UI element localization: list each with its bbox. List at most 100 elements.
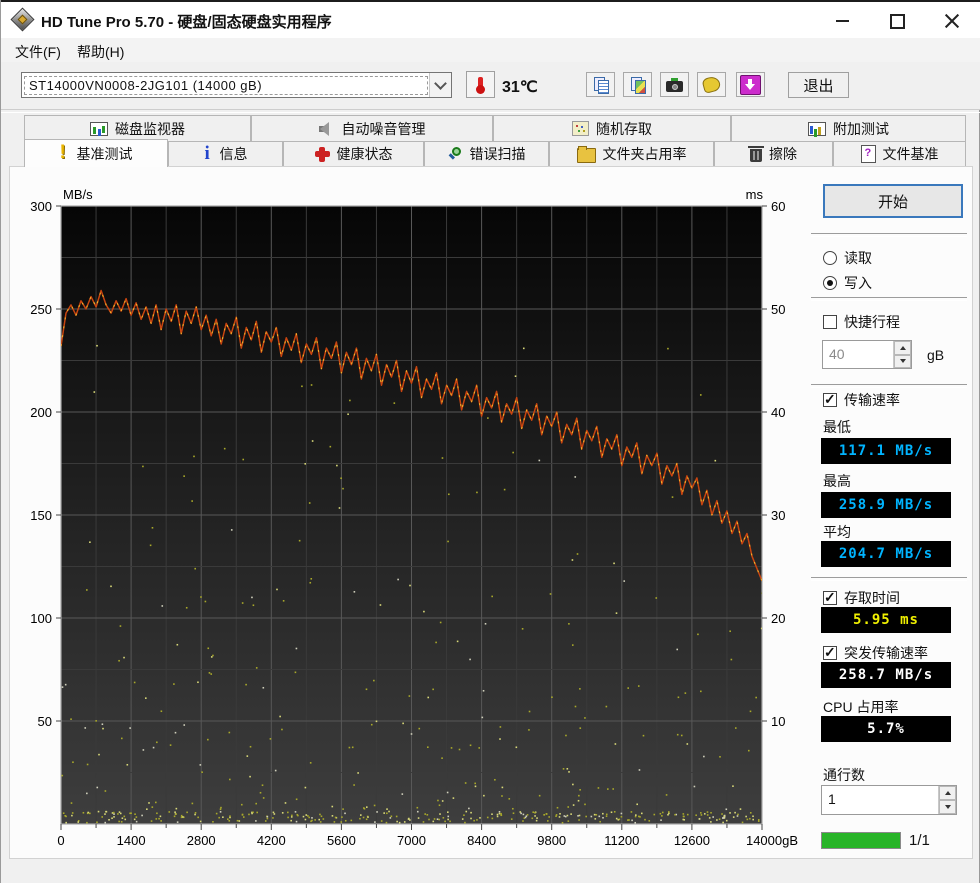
hand-button[interactable] [697, 72, 726, 97]
drive-select[interactable]: ST14000VN0008-2JG101 (14000 gB) [21, 72, 452, 98]
screenshot-button[interactable] [660, 72, 689, 97]
tab-random-access[interactable]: 随机存取 [493, 115, 731, 142]
maximize-button[interactable] [880, 8, 914, 34]
menu-file[interactable]: 文件(F) [11, 41, 65, 63]
random-access-icon [572, 121, 589, 136]
tab-folder-usage[interactable]: 文件夹占用率 [549, 141, 714, 167]
svg-text:60: 60 [771, 199, 785, 214]
svg-text:100: 100 [30, 611, 52, 626]
tab-info[interactable]: 信息 [168, 141, 283, 167]
tab-label: 附加测试 [833, 119, 889, 139]
copy-image-icon [630, 77, 646, 93]
short-stroke-size-spinner[interactable]: 40 [822, 340, 912, 369]
burst-rate-row[interactable]: 突发传输速率 [823, 643, 928, 663]
pass-count-spinner[interactable]: 1 [821, 785, 957, 815]
max-label: 最高 [823, 471, 851, 491]
tab-error-scan[interactable]: 错误扫描 [424, 141, 549, 167]
exit-button[interactable]: 退出 [788, 72, 849, 98]
svg-text:9800: 9800 [537, 833, 566, 848]
write-radio[interactable] [823, 276, 837, 290]
close-icon [944, 13, 960, 29]
svg-text:7000: 7000 [397, 833, 426, 848]
svg-text:14000gB: 14000gB [746, 833, 798, 848]
tab-extra-tests[interactable]: 附加测试 [731, 115, 966, 142]
folder-usage-icon [577, 148, 596, 163]
svg-text:250: 250 [30, 302, 52, 317]
separator [811, 384, 967, 388]
access-time-label: 存取时间 [844, 588, 900, 608]
tab-noise-management[interactable]: 自动噪音管理 [251, 115, 493, 142]
menu-help[interactable]: 帮助(H) [73, 41, 128, 63]
read-radio-label: 读取 [844, 248, 872, 268]
copy-text-button[interactable] [586, 72, 615, 97]
chevron-down-icon [434, 77, 447, 90]
cpu-usage-value: 5.7% [821, 716, 951, 742]
minimize-icon [836, 20, 849, 22]
access-time-row[interactable]: 存取时间 [823, 588, 900, 608]
tab-disk-monitor[interactable]: 磁盘监视器 [24, 115, 251, 142]
minimize-button[interactable] [825, 8, 859, 34]
extra-tests-icon [808, 122, 826, 136]
menu-bar: 文件(F) 帮助(H) [1, 38, 980, 62]
close-button[interactable] [935, 8, 969, 34]
short-stroke-row[interactable]: 快捷行程 [823, 312, 900, 332]
arrow-up-icon [900, 346, 906, 350]
disk-monitor-icon [90, 122, 108, 136]
copy-image-button[interactable] [623, 72, 652, 97]
tab-benchmark[interactable]: 基准测试 [24, 139, 168, 167]
hd-tune-logo-icon [10, 7, 34, 31]
spin-down-button[interactable] [939, 800, 956, 814]
window-title: HD Tune Pro 5.70 - 硬盘/固态硬盘实用程序 [41, 11, 332, 32]
transfer-rate-checkbox[interactable] [823, 393, 837, 407]
short-stroke-checkbox[interactable] [823, 315, 837, 329]
drive-select-value: ST14000VN0008-2JG101 (14000 gB) [24, 76, 428, 95]
screenshot-icon [666, 81, 683, 92]
min-value: 117.1 MB/s [821, 438, 951, 464]
short-stroke-size-value: 40 [823, 341, 893, 368]
svg-text:20: 20 [771, 611, 785, 626]
progress-label: 1/1 [909, 832, 930, 849]
tab-label: 擦除 [769, 144, 797, 164]
svg-text:ms: ms [746, 187, 764, 202]
thermometer-icon [478, 77, 483, 92]
toolbar: ST14000VN0008-2JG101 (14000 gB) 31℃ 退出 [1, 62, 980, 109]
temperature-button[interactable] [466, 71, 495, 98]
tab-label: 磁盘监视器 [115, 119, 185, 139]
temperature-value: 31℃ [502, 77, 538, 97]
transfer-rate-row[interactable]: 传输速率 [823, 390, 900, 410]
tab-file-benchmark[interactable]: 文件基准 [833, 141, 966, 167]
spin-up-button[interactable] [939, 786, 956, 800]
tab-erase[interactable]: 擦除 [714, 141, 833, 167]
progress-fill [822, 833, 900, 848]
svg-text:10: 10 [771, 714, 785, 729]
read-radio-row[interactable]: 读取 [823, 248, 872, 268]
burst-rate-value: 258.7 MB/s [821, 662, 951, 688]
spin-up-button[interactable] [894, 341, 911, 355]
svg-text:11200: 11200 [604, 833, 639, 848]
pass-count-value: 1 [822, 786, 938, 814]
min-label: 最低 [823, 417, 851, 437]
health-icon [315, 147, 330, 162]
spin-down-button[interactable] [894, 355, 911, 369]
tab-label: 文件夹占用率 [603, 144, 687, 164]
burst-rate-checkbox[interactable] [823, 646, 837, 660]
download-button[interactable] [736, 72, 765, 97]
drive-select-arrow[interactable] [429, 73, 451, 97]
tab-health[interactable]: 健康状态 [283, 141, 424, 167]
progress-bar [821, 832, 901, 849]
info-icon [204, 146, 213, 162]
benchmark-chart: MB/sms3002502001501005060504030201001400… [10, 168, 810, 858]
tab-label: 信息 [220, 144, 248, 164]
svg-text:300: 300 [30, 199, 52, 214]
avg-label: 平均 [823, 522, 851, 542]
write-radio-row[interactable]: 写入 [823, 273, 872, 293]
start-button[interactable]: 开始 [823, 184, 963, 218]
svg-text:30: 30 [771, 508, 785, 523]
tab-label: 健康状态 [337, 144, 393, 164]
tab-label: 错误扫描 [470, 144, 526, 164]
cpu-usage-label: CPU 占用率 [823, 697, 898, 717]
access-time-checkbox[interactable] [823, 591, 837, 605]
svg-text:50: 50 [38, 714, 52, 729]
read-radio[interactable] [823, 251, 837, 265]
svg-text:4200: 4200 [257, 833, 286, 848]
